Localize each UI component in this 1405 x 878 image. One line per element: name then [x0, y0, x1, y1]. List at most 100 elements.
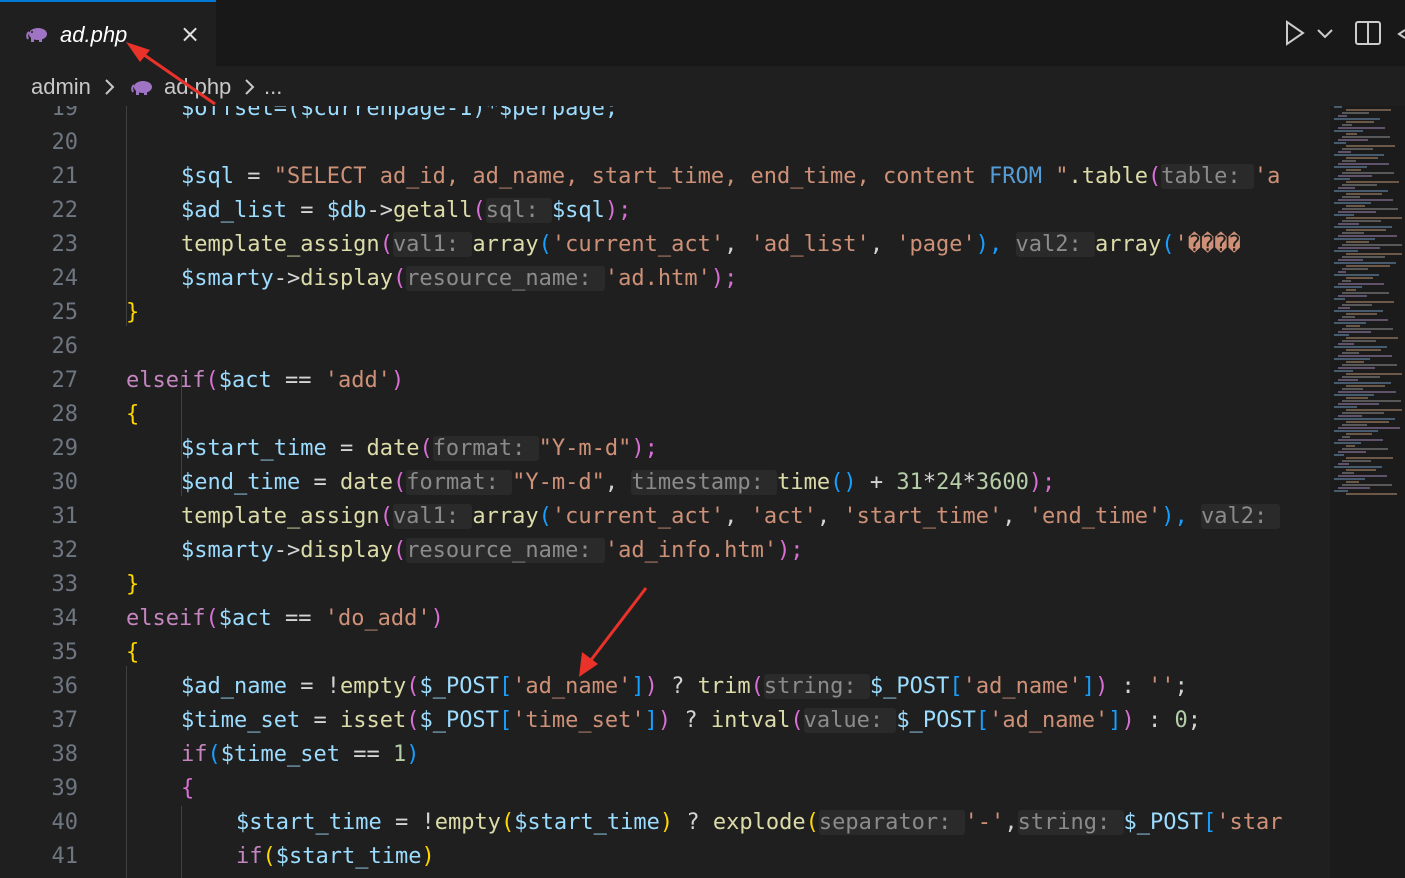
- line-number: 24: [51, 266, 79, 291]
- tab-ad-php[interactable]: ad.php ×: [0, 0, 216, 66]
- code-line[interactable]: 19 $offset=($currenpage-1)*$perpage;: [0, 106, 1330, 126]
- tab-bar: ad.php ×: [0, 0, 1405, 67]
- minimap-line: [1346, 421, 1389, 423]
- line-number: 39: [51, 776, 79, 801]
- minimap-line: [1338, 439, 1383, 441]
- minimap-line: [1342, 196, 1360, 198]
- split-editor-icon[interactable]: [1354, 20, 1382, 46]
- code-line[interactable]: 22 $ad_list = $db->getall(sql: $sql);: [0, 194, 1330, 228]
- minimap-line: [1338, 187, 1355, 189]
- minimap-line: [1338, 379, 1358, 381]
- minimap-line: [1338, 391, 1396, 393]
- breadcrumb-symbol[interactable]: ...: [264, 74, 282, 100]
- php-elephant-icon: [131, 81, 152, 95]
- minimap-line: [1342, 292, 1389, 294]
- minimap-line: [1338, 307, 1350, 309]
- minimap-line: [1342, 388, 1363, 390]
- code-line[interactable]: 21 $sql = "SELECT ad_id, ad_name, start_t…: [0, 160, 1330, 194]
- code-line[interactable]: 23 template_assign(val1: array('current_a…: [0, 228, 1330, 262]
- minimap-line: [1342, 316, 1355, 318]
- minimap-line: [1338, 475, 1387, 477]
- breadcrumb-folder[interactable]: admin: [31, 74, 91, 100]
- code-line[interactable]: 30 $end_time = date(format: "Y-m-d", time…: [0, 466, 1330, 500]
- minimap-line: [1338, 403, 1379, 405]
- code-line[interactable]: 39 {: [0, 772, 1330, 806]
- minimap-line: [1338, 427, 1400, 429]
- minimap-line: [1338, 163, 1389, 165]
- code-text: $ad_name = !empty($_POST['ad_name']) ? t…: [181, 674, 1188, 699]
- minimap-line: [1342, 472, 1354, 474]
- minimap-line: [1342, 424, 1367, 426]
- minimap-line: [1338, 199, 1393, 201]
- minimap-line: [1338, 247, 1380, 249]
- minimap-line: [1346, 397, 1368, 399]
- code-line[interactable]: 40 $start_time = !empty($start_time) ? ex…: [0, 806, 1330, 840]
- minimap-line: [1342, 148, 1373, 150]
- line-number: 40: [51, 810, 79, 835]
- code-line[interactable]: 35 {: [0, 636, 1330, 670]
- line-number: 33: [51, 572, 79, 597]
- more-actions-icon[interactable]: [1397, 28, 1405, 40]
- code-line[interactable]: 27 elseif($act == 'add'): [0, 364, 1330, 398]
- minimap-line: [1346, 205, 1365, 207]
- code-line[interactable]: 20: [0, 126, 1330, 160]
- minimap-line: [1342, 400, 1401, 402]
- minimap-line: [1342, 184, 1377, 186]
- php-elephant-icon: [26, 28, 47, 42]
- line-number: 41: [51, 844, 79, 869]
- minimap-line: [1346, 265, 1390, 267]
- minimap-line: [1338, 175, 1372, 177]
- minimap-line: [1346, 433, 1372, 435]
- code-line[interactable]: 31 template_assign(val1: array('current_a…: [0, 500, 1330, 534]
- minimap[interactable]: [1330, 106, 1405, 878]
- minimap-line: [1338, 463, 1349, 465]
- minimap-line: [1334, 262, 1396, 264]
- minimap-line: [1342, 208, 1398, 210]
- code-line[interactable]: 37 $time_set = isset($_POST['time_set']) …: [0, 704, 1330, 738]
- code-line[interactable]: 24 $smarty->display(resource_name: 'ad.ht…: [0, 262, 1330, 296]
- minimap-line: [1338, 343, 1354, 345]
- breadcrumb-file[interactable]: ad.php: [164, 74, 231, 100]
- chevron-down-icon[interactable]: [1316, 28, 1334, 40]
- code-line[interactable]: 26: [0, 330, 1330, 364]
- minimap-line: [1338, 283, 1384, 285]
- minimap-line: [1334, 178, 1350, 180]
- indent-guide: [181, 376, 182, 496]
- minimap-line: [1334, 118, 1380, 120]
- minimap-line: [1334, 238, 1375, 240]
- minimap-line: [1346, 445, 1355, 447]
- line-number: 32: [51, 538, 79, 563]
- line-number: 23: [51, 232, 79, 257]
- minimap-line: [1334, 274, 1379, 276]
- code-line[interactable]: 25}: [0, 296, 1330, 330]
- code-line[interactable]: 41 if($start_time): [0, 840, 1330, 874]
- minimap-line: [1338, 319, 1388, 321]
- minimap-line: [1334, 130, 1363, 132]
- code-line[interactable]: 33}: [0, 568, 1330, 602]
- minimap-line: [1346, 145, 1395, 147]
- run-icon[interactable]: [1284, 20, 1306, 46]
- minimap-line: [1334, 190, 1388, 192]
- code-line[interactable]: 29 $start_time = date(format: "Y-m-d");: [0, 432, 1330, 466]
- line-number: 36: [51, 674, 79, 699]
- minimap-line: [1346, 229, 1386, 231]
- code-editor[interactable]: 19 $offset=($currenpage-1)*$perpage; 20 21 $…: [0, 106, 1330, 878]
- code-line[interactable]: 38 if($time_set == 1): [0, 738, 1330, 772]
- code-line[interactable]: 34 elseif($act == 'do_add'): [0, 602, 1330, 636]
- code-line[interactable]: 28 {: [0, 398, 1330, 432]
- minimap-line: [1334, 490, 1348, 492]
- code-text: $smarty->display(resource_name: 'ad_info…: [181, 538, 804, 563]
- minimap-line: [1338, 331, 1371, 333]
- minimap-line: [1346, 409, 1402, 411]
- minimap-line: [1342, 376, 1380, 378]
- minimap-line: [1338, 235, 1397, 237]
- minimap-line: [1346, 241, 1369, 243]
- close-icon[interactable]: ×: [180, 20, 200, 48]
- code-line[interactable]: 32 $smarty->display(resource_name: 'ad_in…: [0, 534, 1330, 568]
- code-text: elseif($act == 'do_add'): [126, 606, 444, 631]
- code-line[interactable]: 36 $ad_name = !empty($_POST['ad_name']) ?…: [0, 670, 1330, 704]
- minimap-line: [1334, 394, 1374, 396]
- code-text: $start_time = date(format: "Y-m-d");: [181, 436, 658, 461]
- minimap-line: [1342, 232, 1364, 234]
- line-number: 20: [51, 130, 79, 155]
